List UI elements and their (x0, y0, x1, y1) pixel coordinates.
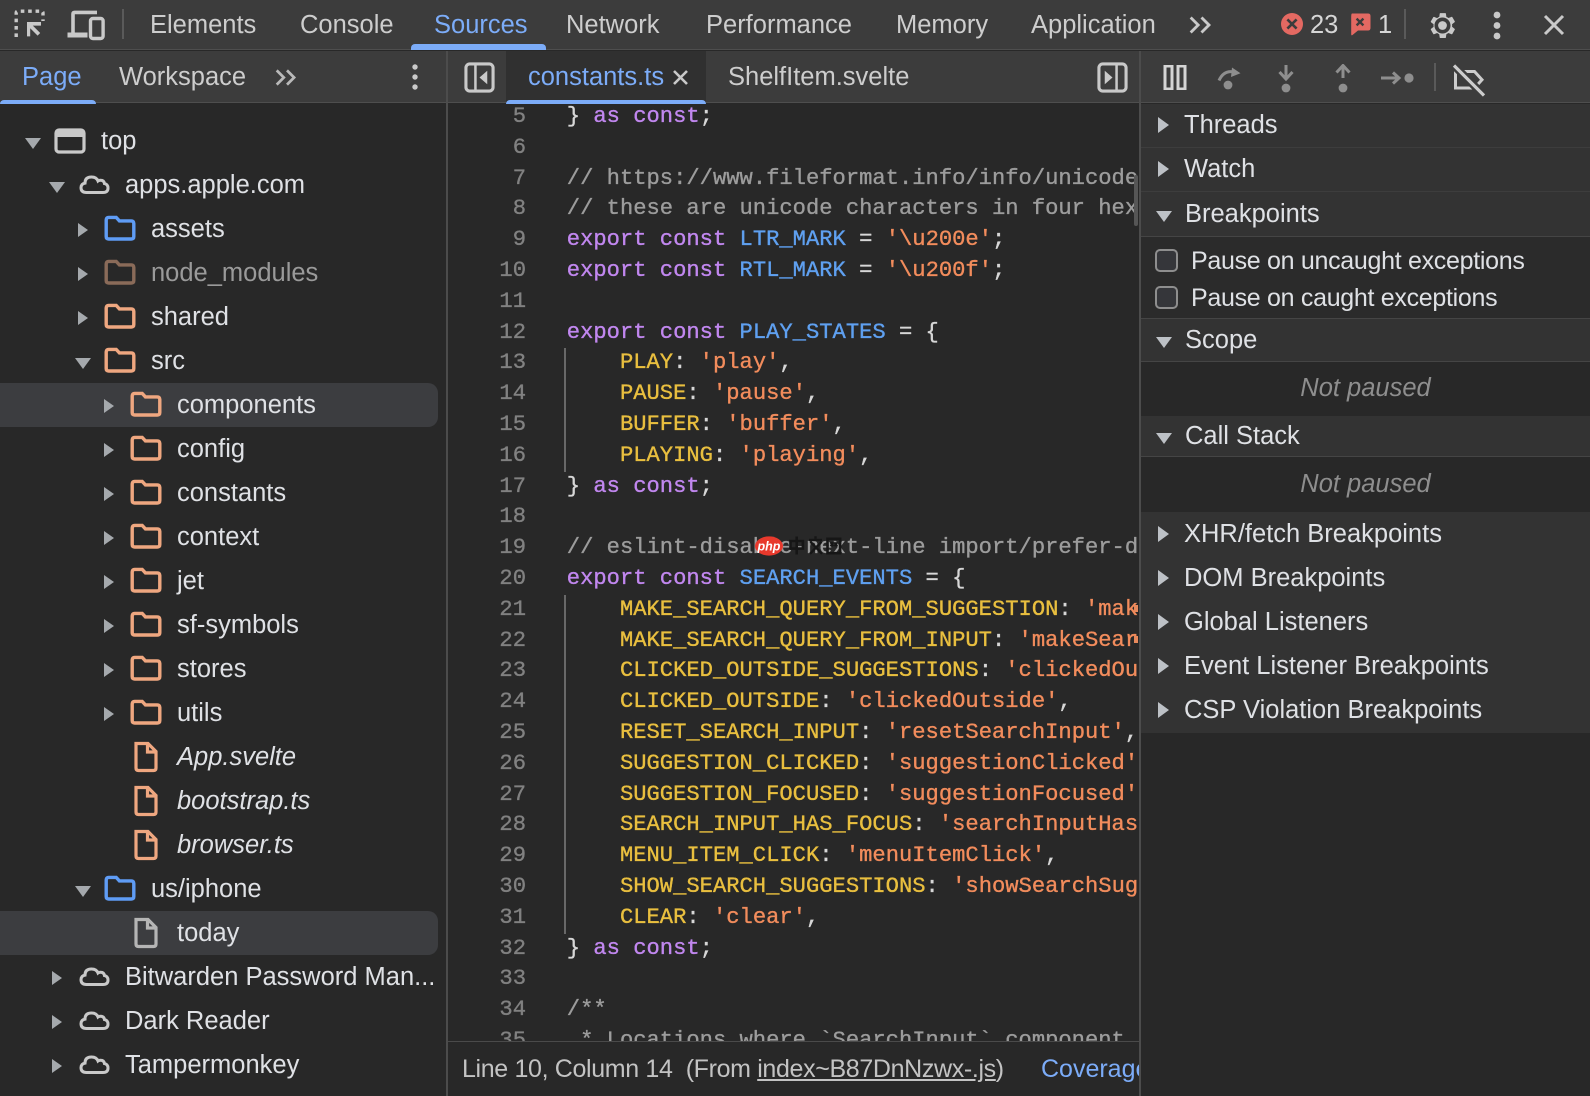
svg-text:php: php (757, 540, 781, 554)
